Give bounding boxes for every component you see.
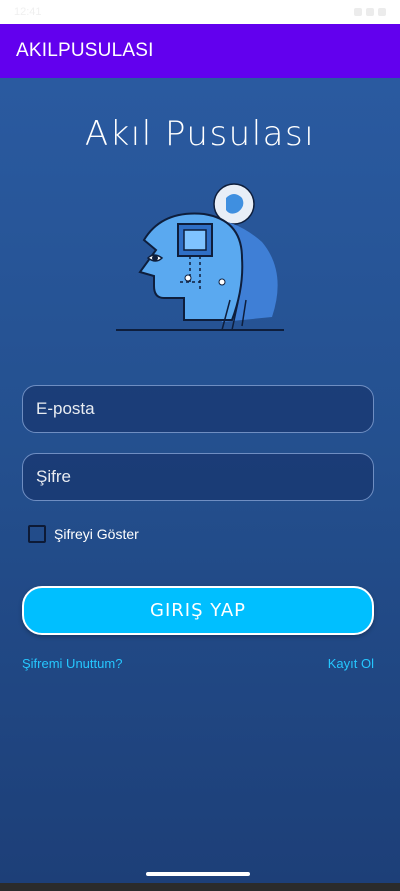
password-placeholder: Şifre (36, 467, 71, 486)
email-field[interactable]: E-posta (22, 385, 374, 433)
register-link[interactable]: Kayıt Ol (328, 656, 374, 671)
status-time: 12:41 (14, 6, 42, 18)
status-icons (354, 0, 386, 24)
brand-title: Akıl Pusulası (84, 114, 316, 154)
email-placeholder: E-posta (36, 399, 95, 418)
show-password-checkbox[interactable] (28, 525, 46, 543)
password-field[interactable]: Şifre (22, 453, 374, 501)
signal-icon (354, 8, 362, 16)
battery-icon (378, 8, 386, 16)
system-nav-bar (0, 883, 400, 891)
login-button[interactable]: GIRIŞ YAP (22, 586, 374, 635)
home-indicator[interactable] (146, 872, 250, 876)
brain-head-illustration (116, 183, 284, 331)
app-bar: AKILPUSULASI (0, 24, 400, 78)
phone-screen: 12:41 AKILPUSULASI Akıl Pusulası E-posta… (0, 0, 400, 891)
head-silhouette-icon (116, 183, 284, 331)
show-password-toggle[interactable]: Şifreyi Göster (28, 524, 139, 544)
status-bar: 12:41 (0, 0, 400, 24)
login-screen: Akıl Pusulası E-posta Şifre Şifreyi Göst… (0, 78, 400, 883)
wifi-icon (366, 8, 374, 16)
app-bar-title: AKILPUSULASI (16, 40, 154, 61)
show-password-label: Şifreyi Göster (54, 526, 139, 542)
forgot-password-link[interactable]: Şifremi Unuttum? (22, 656, 122, 671)
